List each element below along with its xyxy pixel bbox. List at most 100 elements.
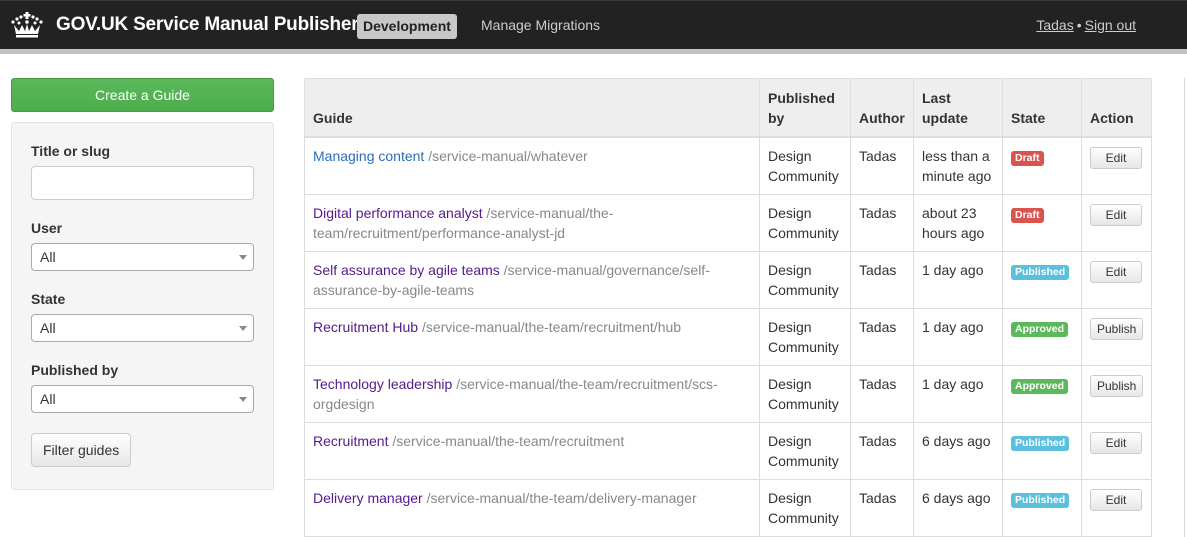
author-cell: Tadas [850, 307, 914, 366]
chevron-down-icon [239, 397, 247, 402]
action-cell: Publish [1081, 364, 1152, 423]
column-header-published-by: Published by [759, 78, 851, 138]
author-cell: Tadas [850, 193, 914, 252]
table-row: Self assurance by agile teams /service-m… [304, 250, 1152, 309]
create-guide-button[interactable]: Create a Guide [11, 78, 274, 112]
table-row: Recruitment /service-manual/the-team/rec… [304, 421, 1152, 480]
guide-title-link[interactable]: Technology leadership [313, 376, 452, 392]
guide-title-link[interactable]: Recruitment [313, 433, 388, 449]
guide-cell: Technology leadership /service-manual/th… [304, 364, 760, 423]
published-by-select-value: All [40, 391, 56, 407]
sign-out-link[interactable]: Sign out [1085, 17, 1136, 33]
published-by-cell: Design Community [759, 250, 851, 309]
user-menu: Tadas • Sign out [1036, 17, 1136, 33]
published-by-cell: Design Community [759, 364, 851, 423]
user-select-value: All [40, 249, 56, 265]
state-select[interactable]: All [31, 314, 254, 342]
status-badge: Published [1011, 435, 1070, 451]
guide-cell: Self assurance by agile teams /service-m… [304, 250, 760, 309]
status-badge: Draft [1011, 150, 1044, 166]
column-header-state: State [1002, 78, 1082, 138]
chevron-down-icon [239, 326, 247, 331]
published-by-cell: Design Community [759, 307, 851, 366]
edit-button[interactable]: Edit [1090, 260, 1142, 283]
author-cell: Tadas [850, 478, 914, 537]
column-header-author: Author [850, 78, 914, 138]
last-update-cell: less than a minute ago [913, 136, 1003, 195]
author-cell: Tadas [850, 421, 914, 480]
author-cell: Tadas [850, 364, 914, 423]
action-cell: Edit [1081, 250, 1152, 309]
state-cell: Draft [1002, 193, 1082, 252]
state-cell: Published [1002, 478, 1082, 537]
state-cell: Approved [1002, 364, 1082, 423]
page-edge-divider [1184, 78, 1185, 537]
user-profile-link[interactable]: Tadas [1036, 17, 1073, 33]
guide-title-link[interactable]: Managing content [313, 148, 424, 164]
column-header-action: Action [1081, 78, 1152, 138]
user-select[interactable]: All [31, 243, 254, 271]
last-update-cell: 1 day ago [913, 307, 1003, 366]
guide-title-link[interactable]: Self assurance by agile teams [313, 262, 500, 278]
status-badge: Approved [1011, 378, 1069, 394]
guides-table: Guide Published by Author Last update St… [304, 78, 1152, 537]
author-cell: Tadas [850, 136, 914, 195]
table-row: Managing content /service-manual/whateve… [304, 136, 1152, 195]
action-cell: Edit [1081, 193, 1152, 252]
guide-title-link[interactable]: Digital performance analyst [313, 205, 483, 221]
published-by-cell: Design Community [759, 136, 851, 195]
edit-button[interactable]: Edit [1090, 431, 1142, 454]
guides-table-container: Guide Published by Author Last update St… [304, 78, 1152, 537]
status-badge: Published [1011, 264, 1070, 280]
published-by-select[interactable]: All [31, 385, 254, 413]
guide-cell: Delivery manager /service-manual/the-tea… [304, 478, 760, 537]
nav-manage-migrations[interactable]: Manage Migrations [481, 17, 600, 33]
guide-cell: Recruitment /service-manual/the-team/rec… [304, 421, 760, 480]
top-navbar: GOV.UK Service Manual Publisher Developm… [0, 0, 1187, 54]
publish-button[interactable]: Publish [1090, 374, 1144, 397]
guide-cell: Recruitment Hub /service-manual/the-team… [304, 307, 760, 366]
column-header-last-update: Last update [913, 78, 1003, 138]
last-update-cell: 1 day ago [913, 250, 1003, 309]
action-cell: Edit [1081, 478, 1152, 537]
separator: • [1076, 17, 1082, 33]
guide-title-link[interactable]: Recruitment Hub [313, 319, 418, 335]
guide-title-link[interactable]: Delivery manager [313, 490, 423, 506]
app-title: GOV.UK Service Manual Publisher [56, 14, 359, 35]
published-by-filter-label: Published by [31, 362, 119, 378]
guide-cell: Digital performance analyst /service-man… [304, 193, 760, 252]
guide-cell: Managing content /service-manual/whateve… [304, 136, 760, 195]
publish-button[interactable]: Publish [1090, 317, 1144, 340]
environment-badge: Development [357, 14, 457, 39]
status-badge: Draft [1011, 207, 1044, 223]
published-by-cell: Design Community [759, 421, 851, 480]
filter-guides-button[interactable]: Filter guides [31, 433, 132, 467]
last-update-cell: 6 days ago [913, 421, 1003, 480]
status-badge: Approved [1011, 321, 1069, 337]
table-row: Delivery manager /service-manual/the-tea… [304, 478, 1152, 537]
title-or-slug-input[interactable] [31, 166, 254, 200]
title-filter-label: Title or slug [31, 143, 111, 159]
action-cell: Edit [1081, 421, 1152, 480]
brand-link[interactable]: GOV.UK Service Manual Publisher [10, 1, 359, 49]
action-cell: Publish [1081, 307, 1152, 366]
state-select-value: All [40, 320, 56, 336]
table-row: Technology leadership /service-manual/th… [304, 364, 1152, 423]
state-cell: Approved [1002, 307, 1082, 366]
action-cell: Edit [1081, 136, 1152, 195]
last-update-cell: 6 days ago [913, 478, 1003, 537]
last-update-cell: about 23 hours ago [913, 193, 1003, 252]
user-filter-label: User [31, 220, 63, 236]
edit-button[interactable]: Edit [1090, 146, 1142, 169]
status-badge: Published [1011, 492, 1070, 508]
guide-slug: /service-manual/the-team/recruitment [392, 432, 625, 449]
published-by-cell: Design Community [759, 193, 851, 252]
state-filter-label: State [31, 291, 66, 307]
edit-button[interactable]: Edit [1090, 488, 1142, 511]
edit-button[interactable]: Edit [1090, 203, 1142, 226]
crown-icon [11, 12, 43, 38]
published-by-cell: Design Community [759, 478, 851, 537]
guide-slug: /service-manual/the-team/delivery-manage… [426, 489, 697, 506]
table-row: Digital performance analyst /service-man… [304, 193, 1152, 252]
last-update-cell: 1 day ago [913, 364, 1003, 423]
